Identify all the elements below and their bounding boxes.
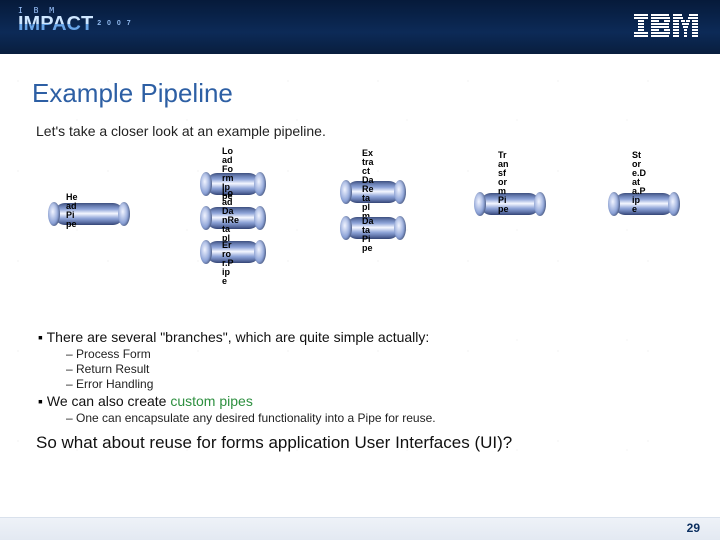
- pipe-extract2-label: DataPipe: [362, 217, 390, 253]
- header-year: 2 0 0 7: [97, 15, 132, 33]
- slide-closer: So what about reuse for forms applicatio…: [36, 433, 688, 453]
- pipe-error-label: Error.Pipe: [222, 241, 250, 286]
- slide-intro: Let's take a closer look at an example p…: [36, 123, 688, 139]
- pipe-head-label: HeadPipe: [66, 193, 94, 229]
- pipe-extract-label: ExtractDaRetaplm: [362, 149, 390, 221]
- slide-content: Example Pipeline Let's take a closer loo…: [0, 54, 720, 518]
- pipe-store-label: Store.Data.Pipe: [632, 151, 660, 214]
- slide-title: Example Pipeline: [32, 78, 688, 109]
- pipe-transform-label: TransformPipe: [498, 151, 526, 214]
- bullet-process-form: Process Form: [66, 347, 688, 361]
- slide-header: I B M IMPACT 2 0 0 7: [0, 0, 720, 54]
- bullet-error-handling: Error Handling: [66, 377, 688, 391]
- bullet-branches: There are several "branches", which are …: [38, 329, 688, 345]
- slide-body-bg: Example Pipeline Let's take a closer loo…: [0, 54, 720, 518]
- slide-footer: 29: [0, 517, 720, 540]
- ibm-logo: [634, 14, 698, 45]
- bullet-custom-em: custom pipes: [170, 393, 252, 409]
- page-number: 29: [687, 521, 700, 535]
- bullet-custom-lead: We can also create: [47, 393, 170, 409]
- bullet-custom-sub: One can encapsulate any desired function…: [66, 411, 688, 425]
- pipeline-diagram: HeadPipe LoadFormIppe LoadDanRetaplm Err…: [36, 145, 688, 325]
- impact-logo: I B M IMPACT 2 0 0 7: [18, 6, 133, 33]
- bullet-list: There are several "branches", which are …: [32, 329, 688, 425]
- impact-wordmark: IMPACT 2 0 0 7: [18, 15, 133, 33]
- bullet-custom-pipes: We can also create custom pipes: [38, 393, 688, 409]
- bullet-return-result: Return Result: [66, 362, 688, 376]
